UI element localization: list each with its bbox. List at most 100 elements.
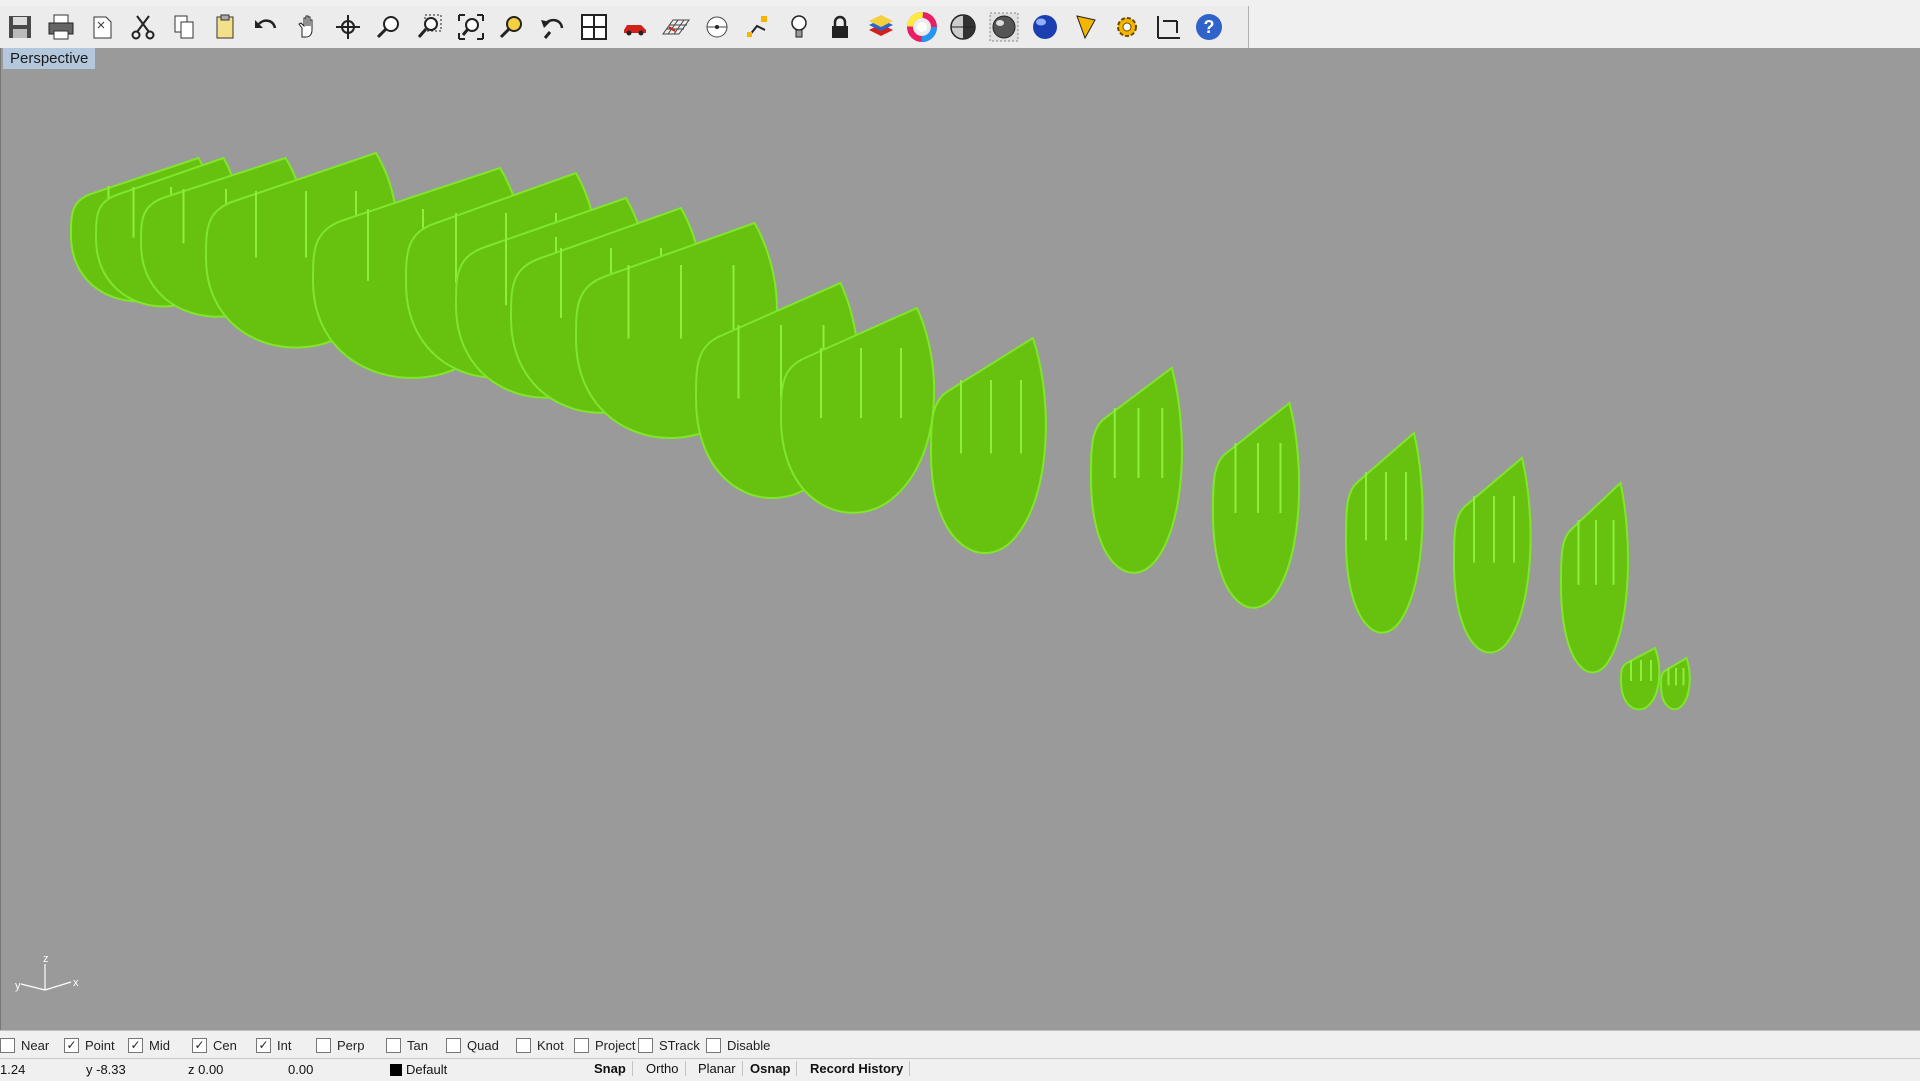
osnap-checkbox[interactable] [316,1037,331,1053]
render-preview-button[interactable] [984,7,1024,47]
help-button[interactable]: ? [1189,7,1229,47]
osnap-checkbox[interactable]: ✓ [256,1037,271,1053]
transform-button[interactable] [738,7,778,47]
osnap-checkbox[interactable] [386,1037,401,1053]
section-slice[interactable] [929,336,1047,554]
print-button[interactable] [41,7,81,47]
copy-icon [174,15,194,39]
filter-button[interactable] [1066,7,1106,47]
lock-button[interactable] [820,7,860,47]
section-slice[interactable] [1452,456,1532,654]
zoom-window-icon [417,14,442,38]
rotate-view-button[interactable] [328,7,368,47]
current-layer[interactable]: Default [390,1062,447,1077]
point-icon [706,16,728,38]
osnap-cen[interactable]: ✓ Cen [192,1037,237,1053]
osnap-near[interactable]: Near [0,1037,49,1053]
osnap-quad[interactable]: Quad [446,1037,499,1053]
paste-icon [216,14,234,39]
osnap-checkbox[interactable] [446,1037,461,1053]
filter-icon [1076,15,1096,40]
osnap-label: Int [277,1037,292,1053]
paste-button[interactable] [205,7,245,47]
copy-button[interactable] [164,7,204,47]
gear-icon [1117,17,1137,37]
osnap-disable[interactable]: Disable [706,1037,770,1053]
perspective-viewport[interactable]: Perspective x y z [0,48,1920,1030]
rotate-view-icon [336,15,360,39]
model-scene[interactable] [1,48,1920,1030]
zoom-icon [376,16,399,39]
snap-toggle[interactable]: Snap [588,1061,633,1076]
zoom-extents-button[interactable] [451,7,491,47]
zoom-window-button[interactable] [410,7,450,47]
osnap-label: Point [85,1037,115,1053]
dimension-button[interactable] [1148,7,1188,47]
shaded-sphere-icon [950,14,976,40]
new-file-button[interactable] [82,7,122,47]
options-button[interactable] [1107,7,1147,47]
osnap-checkbox[interactable]: ✓ [192,1037,207,1053]
wireframe-button[interactable] [943,7,983,47]
section-slice[interactable] [1089,366,1183,574]
osnap-project[interactable]: Project [574,1037,636,1053]
dimension-icon [1157,16,1180,39]
section-slice[interactable] [1344,431,1424,634]
planar-toggle[interactable]: Planar [692,1061,743,1076]
osnap-point[interactable]: ✓ Point [64,1037,115,1053]
osnap-checkbox[interactable] [574,1037,589,1053]
osnap-checkbox[interactable] [706,1037,721,1053]
blue-sphere-icon [1033,15,1057,39]
osnap-mid[interactable]: ✓ Mid [128,1037,170,1053]
osnap-checkbox[interactable]: ✓ [64,1037,79,1053]
osnap-toggle[interactable]: Osnap [744,1061,798,1076]
cut-button[interactable] [123,7,163,47]
zoom-button[interactable] [369,7,409,47]
svg-text:?: ? [1204,17,1215,37]
render-button[interactable] [1025,7,1065,47]
osnap-label: Project [595,1037,636,1053]
ortho-toggle[interactable]: Ortho [640,1061,686,1076]
layer-icon [869,15,893,36]
light-bulb-icon [791,15,807,38]
osnap-checkbox[interactable]: ✓ [128,1037,143,1053]
coord-z: z 0.00 [188,1062,224,1077]
osnap-label: Perp [337,1037,365,1053]
zoom-selected-button[interactable] [492,7,532,47]
osnap-tan[interactable]: Tan [386,1037,428,1053]
status-bar: 1.24 y -8.33 z 0.00 0.00 Default Snap Or… [0,1058,1920,1081]
color-button[interactable] [902,7,942,47]
pan-hand-icon [298,15,313,38]
osnap-strack[interactable]: STrack [638,1037,700,1053]
undo-button[interactable] [246,7,286,47]
coord-y: y -8.33 [86,1062,126,1077]
grid-button[interactable] [656,7,696,47]
layer-name: Default [406,1062,448,1077]
osnap-checkbox[interactable] [0,1037,15,1053]
record-history-toggle[interactable]: Record History [804,1061,911,1076]
car-button[interactable] [615,7,655,47]
save-button[interactable] [0,7,40,47]
world-axis-icon: x y z [15,953,79,992]
osnap-int[interactable]: ✓ Int [256,1037,292,1053]
viewport-title-tab[interactable]: Perspective [3,48,96,69]
axis-x-label: x [73,977,79,989]
axis-y-label: y [15,980,21,992]
distance-readout: 0.00 [288,1062,314,1077]
point-button[interactable] [697,7,737,47]
section-slice[interactable] [1559,481,1629,674]
osnap-label: Cen [213,1037,237,1053]
axis-z-label: z [43,953,49,965]
osnap-knot[interactable]: Knot [516,1037,564,1053]
osnap-perp[interactable]: Perp [316,1037,365,1053]
osnap-checkbox[interactable] [516,1037,531,1053]
section-slice[interactable] [1211,401,1301,609]
light-button[interactable] [779,7,819,47]
undo-view-button[interactable] [533,7,573,47]
four-viewports-button[interactable] [574,7,614,47]
osnap-checkbox[interactable] [638,1037,653,1053]
osnap-label: STrack [659,1037,700,1053]
layer-button[interactable] [861,7,901,47]
coord-x: 1.24 [0,1062,26,1077]
pan-button[interactable] [287,7,327,47]
